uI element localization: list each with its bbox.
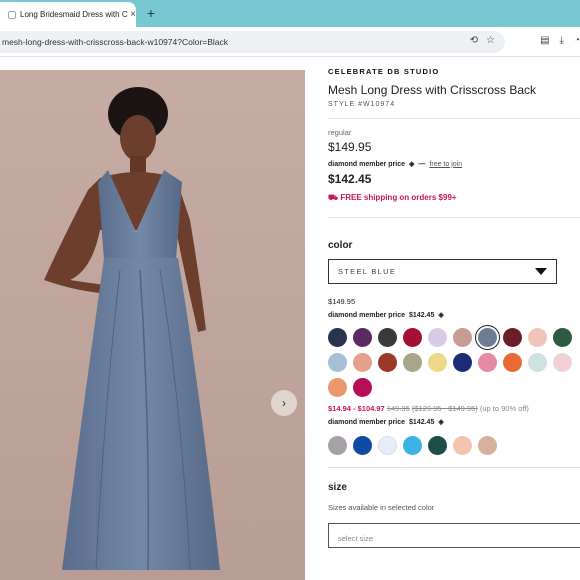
color-swatch[interactable] (528, 353, 547, 372)
regular-price: $149.95 (328, 140, 372, 154)
truck-icon: ⛟ (328, 193, 339, 202)
color-swatch[interactable] (528, 328, 547, 347)
original-price: 149.95 (386, 404, 410, 413)
size-placeholder: select size (338, 534, 374, 543)
translate-icon[interactable]: ⟲ (470, 35, 478, 46)
divider (328, 118, 580, 119)
color-swatch[interactable] (403, 436, 422, 455)
sale-price-row: $14.94 - $104.97 149.95 ($129.95 - $149.… (328, 404, 580, 413)
product-info: CELEBRATE DB STUDIO Mesh Long Dress with… (328, 63, 580, 548)
color-swatch[interactable] (353, 353, 372, 372)
chevron-down-icon (535, 268, 547, 275)
shipping-promo[interactable]: ⛟ FREE shipping on orders $99+ (328, 193, 580, 203)
tab-search-icon[interactable]: ▤ (540, 35, 549, 46)
color-swatch[interactable] (453, 353, 472, 372)
color-swatch[interactable] (478, 436, 497, 455)
member-separator: — (418, 160, 426, 168)
color-price: $149.95 (328, 297, 356, 306)
color-swatch[interactable] (478, 353, 497, 372)
discount-note: (up to 90% off) (479, 404, 529, 413)
color-swatch[interactable] (428, 328, 447, 347)
size-select[interactable]: select size (328, 523, 580, 548)
color-swatch[interactable] (328, 328, 347, 347)
color-swatch[interactable] (553, 328, 572, 347)
member-price: $142.45 (409, 311, 435, 319)
color-swatch[interactable] (453, 436, 472, 455)
color-swatch[interactable] (453, 328, 472, 347)
bookmark-star-icon[interactable]: ☆ (486, 35, 495, 46)
color-swatch[interactable] (428, 353, 447, 372)
color-swatch[interactable] (378, 436, 397, 455)
tab-close-icon[interactable]: × (130, 9, 136, 20)
diamond-icon: ◈ (438, 419, 444, 426)
color-swatch[interactable] (378, 328, 397, 347)
member-label: diamond member price (328, 418, 406, 426)
browser-toolbar: mesh-long-dress-with-crisscross-back-w10… (0, 27, 580, 57)
member-label: diamond member price (328, 311, 406, 319)
swatch-row-2 (328, 353, 580, 372)
color-member-row: diamond member price $142.45 ◈ (328, 311, 580, 320)
color-swatch[interactable] (328, 353, 347, 372)
swatch-row-1 (328, 325, 580, 350)
diamond-icon: ◈ (438, 312, 444, 319)
browser-tab-strip: Long Bridesmaid Dress with C × + (0, 0, 580, 27)
selected-color: STEEL BLUE (338, 267, 397, 276)
color-swatch[interactable] (378, 353, 397, 372)
tab-title: Long Bridesmaid Dress with C (20, 10, 128, 19)
divider (328, 467, 580, 468)
address-bar[interactable]: mesh-long-dress-with-crisscross-back-w10… (0, 31, 505, 53)
size-heading: size (328, 482, 347, 493)
color-swatch[interactable] (403, 353, 422, 372)
size-subtitle: Sizes available in selected color (328, 503, 435, 512)
color-swatch[interactable] (475, 325, 500, 350)
sale-member-row: diamond member price $142.45 ◈ (328, 418, 580, 427)
style-number: STYLE #W10974 (328, 101, 396, 108)
new-tab-button[interactable]: + (142, 4, 160, 22)
next-image-button[interactable]: › (271, 390, 297, 416)
color-swatch[interactable] (503, 328, 522, 347)
divider (328, 217, 580, 218)
color-swatch[interactable] (353, 328, 372, 347)
color-select[interactable]: STEEL BLUE (328, 259, 557, 284)
brand-name[interactable]: CELEBRATE DB STUDIO (328, 67, 580, 76)
sale-range: $14.94 - $104.97 (328, 404, 385, 413)
model-illustration (0, 70, 305, 580)
swatch-row-4 (328, 436, 580, 455)
product-title: Mesh Long Dress with Crisscross Back (328, 83, 537, 97)
product-photo: › (0, 70, 305, 580)
member-label: diamond member price (328, 160, 406, 168)
member-price: $142.45 (409, 418, 435, 426)
browser-tab[interactable]: Long Bridesmaid Dress with C × (0, 2, 136, 27)
color-swatch[interactable] (353, 378, 372, 397)
color-heading: color (328, 240, 353, 251)
shipping-text: FREE shipping on orders $99+ (340, 193, 457, 202)
color-swatch[interactable] (503, 353, 522, 372)
color-swatch[interactable] (353, 436, 372, 455)
favicon-icon (8, 10, 16, 19)
swatch-row-3 (328, 378, 580, 397)
color-swatch[interactable] (553, 353, 572, 372)
url-text: mesh-long-dress-with-crisscross-back-w10… (2, 37, 229, 47)
member-price: $142.45 (328, 172, 372, 186)
color-swatch[interactable] (328, 378, 347, 397)
color-swatch[interactable] (328, 436, 347, 455)
download-icon[interactable]: ⤓ (560, 35, 564, 46)
extension-icon[interactable]: ◔ (574, 35, 580, 46)
original-range: ($129.95 - $149.95) (411, 404, 478, 413)
free-to-join-link[interactable]: free to join (429, 161, 462, 168)
color-swatch[interactable] (428, 436, 447, 455)
regular-label: regular (328, 128, 352, 137)
member-price-row: diamond member price ◈ — free to join (328, 160, 580, 169)
diamond-icon: ◈ (409, 161, 415, 168)
color-swatch[interactable] (403, 328, 422, 347)
